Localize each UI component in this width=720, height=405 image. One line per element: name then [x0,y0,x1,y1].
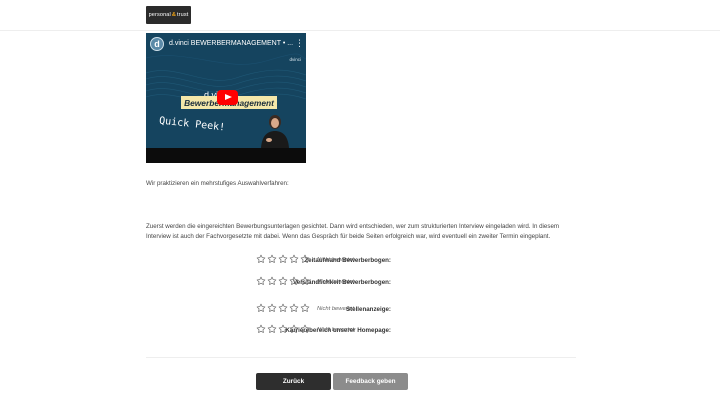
star-outline-icon[interactable] [289,324,299,334]
star-outline-icon[interactable] [278,276,288,286]
presenter-figure-icon [261,115,289,148]
star-outline-icon[interactable] [256,324,266,334]
back-button[interactable]: Zurück [256,373,331,390]
rating-status: Nicht bewertet [317,306,355,312]
star-outline-icon[interactable] [278,254,288,264]
intro-text: Wir praktizieren ein mehrstufiges Auswah… [146,180,289,187]
star-outline-icon[interactable] [267,303,277,313]
star-outline-icon[interactable] [300,324,310,334]
star-outline-icon[interactable] [267,324,277,334]
logo-ampersand: & [171,12,176,18]
rating-row-verstaendlichkeit: Verständlichkeit Bewerberbogen: Nicht be… [146,276,576,298]
star-outline-icon[interactable] [256,254,266,264]
section-divider [146,357,576,358]
star-outline-icon[interactable] [300,254,310,264]
rating-status: Nicht bewertet [317,279,355,285]
rating-stars[interactable] [256,254,310,264]
star-outline-icon[interactable] [267,254,277,264]
rating-status: Nicht bewertet [317,327,355,333]
rating-stars[interactable] [256,276,310,286]
video-brand-watermark: dvinci [289,57,301,62]
embedded-video-player[interactable]: d d.vinci BEWERBERMANAGEMENT • ... ⋮ dvi… [146,33,306,163]
rating-row-karrierebereich: Karrierebereich unserer Homepage: Nicht … [146,324,576,346]
personal-trust-logo[interactable]: personal & trust [146,6,191,24]
rating-stars[interactable] [256,303,310,313]
top-header: personal & trust [0,0,720,31]
star-outline-icon[interactable] [256,276,266,286]
rating-row-stellenanzeige: Stellenanzeige: Nicht bewertet [146,303,576,325]
logo-word-trust: trust [177,12,189,18]
channel-avatar-icon[interactable]: d [150,37,164,51]
process-description: Zuerst werden die eingereichten Bewerbun… [146,223,560,240]
video-title[interactable]: d.vinci BEWERBERMANAGEMENT • ... [169,40,293,47]
rating-status: Nicht bewertet [317,257,355,263]
star-outline-icon[interactable] [289,254,299,264]
star-outline-icon[interactable] [289,303,299,313]
star-outline-icon[interactable] [278,324,288,334]
rating-row-zeitaufwand: Zeitaufwand Bewerberbogen: Nicht bewerte… [146,254,576,276]
star-outline-icon[interactable] [256,303,266,313]
video-bottom-bar [146,148,306,163]
kebab-menu-icon[interactable]: ⋮ [295,39,304,48]
rating-stars[interactable] [256,324,310,334]
star-outline-icon[interactable] [289,276,299,286]
star-outline-icon[interactable] [278,303,288,313]
star-outline-icon[interactable] [300,303,310,313]
logo-word-personal: personal [148,12,171,18]
youtube-play-icon[interactable] [217,90,238,105]
submit-feedback-button[interactable]: Feedback geben [333,373,408,390]
star-outline-icon[interactable] [267,276,277,286]
star-outline-icon[interactable] [300,276,310,286]
